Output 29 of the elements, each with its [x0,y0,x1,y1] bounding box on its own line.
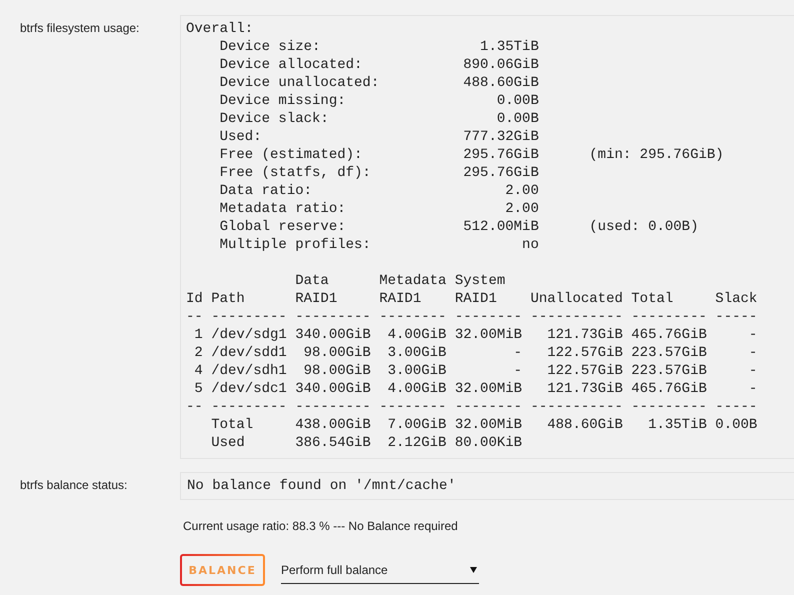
field-label: btrfs balance status: [19,477,128,494]
output-line: Device allocated: 890.06GiB [218,56,540,74]
output-line: 2 /dev/sdd1 98.00GiB 3.00GiB - 122.57GiB 223.57GiB - [193,344,758,362]
output-line: Used 386.54GiB 2.12GiB 80.00KiB [210,434,524,452]
output-line: Metadata ratio: 2.00 [218,200,540,218]
caret-icon [470,566,477,572]
output-line: Device size: 1.35TiB [218,38,540,56]
output-line: Used: 777.32GiB [218,128,540,146]
output-line: No balance found on '/mnt/cache' [187,477,457,495]
output-line: Global reserve: 512.00MiB (used: 0.00B) [218,218,700,236]
output-line: 1 /dev/sdg1 340.00GiB 4.00GiB 32.00MiB 121.73GiB 465.76GiB - [193,326,758,344]
output-line: Id Path RAID1 RAID1 RAID1 Unallocated Total Slack [186,290,758,308]
output-line: Data ratio: 2.00 [218,182,540,200]
output-line: Multiple profiles: no [218,236,540,254]
output-line: -- --------- --------- -------- -------- ----------- --------- ----- [186,308,758,326]
output-line: Data Metadata System [294,272,506,290]
output-line: Free (statfs, df): 295.76GiB [218,164,540,182]
output-line: Device slack: 0.00B [218,110,540,128]
status-text: Current usage ratio: 88.3 % --- No Balance required [182,518,459,534]
output-line: Device unallocated: 488.60GiB [218,74,540,92]
field-label: btrfs filesystem usage: [19,20,140,37]
output-line: -- --------- --------- -------- -------- ----------- --------- ----- [186,398,758,416]
output-line: Device missing: 0.00B [218,92,540,110]
output-line: Overall: [186,20,254,38]
output-line: 5 /dev/sdc1 340.00GiB 4.00GiB 32.00MiB 121.73GiB 465.76GiB - [193,380,758,398]
balance-mode-dropdown[interactable]: Perform full balance [281,556,479,584]
output-line: Free (estimated): 295.76GiB (min: 295.76GiB) [218,146,725,164]
output-line: Total 438.00GiB 7.00GiB 32.00MiB 488.60GiB 1.35TiB 0.00B [210,416,758,434]
output-line: 4 /dev/sdh1 98.00GiB 3.00GiB - 122.57GiB 223.57GiB - [193,362,758,380]
